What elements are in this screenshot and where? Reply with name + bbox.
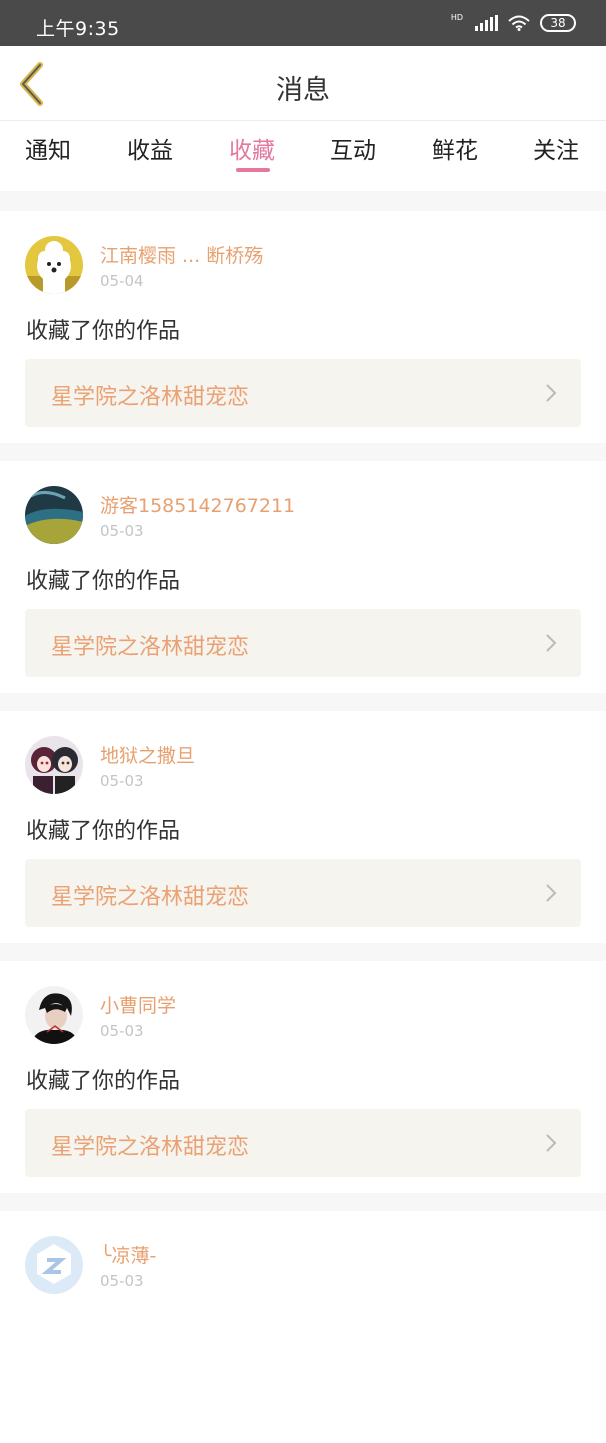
status-bar: 上午9:35 HD 38 <box>0 0 606 46</box>
default-avatar-icon <box>25 1236 83 1294</box>
work-link[interactable]: 星学院之洛林甜宠恋 <box>25 859 581 927</box>
status-icons: HD 38 <box>450 12 576 32</box>
status-time: 上午9:35 <box>36 18 120 40</box>
list-item: 江南樱雨 ... 断桥殇 05-04 收藏了你的作品 星学院之洛林甜宠恋 <box>0 211 606 443</box>
username[interactable]: ╰凉薄- <box>100 1241 156 1268</box>
work-title: 星学院之洛林甜宠恋 <box>51 1135 250 1160</box>
avatar[interactable] <box>25 1236 83 1294</box>
tab-interactions[interactable]: 互动 <box>330 131 376 165</box>
network-type: HD <box>450 12 463 22</box>
tab-following[interactable]: 关注 <box>533 131 579 165</box>
tab-bar: 通知 收益 收藏 互动 鲜花 关注 <box>0 121 606 191</box>
tab-earnings[interactable]: 收益 <box>127 131 173 165</box>
nav-header: 消息 <box>0 46 606 121</box>
username[interactable]: 地狱之撒旦 <box>100 741 195 768</box>
work-title: 星学院之洛林甜宠恋 <box>51 635 250 660</box>
signal-icon <box>475 15 498 31</box>
page-title: 消息 <box>276 75 330 106</box>
avatar[interactable] <box>25 986 83 1044</box>
tab-flowers[interactable]: 鲜花 <box>432 131 478 165</box>
message-text: 收藏了你的作品 <box>26 1069 181 1094</box>
username[interactable]: 江南樱雨 ... 断桥殇 <box>100 241 263 268</box>
landscape-avatar-icon <box>25 486 83 544</box>
username[interactable]: 小曹同学 <box>100 991 176 1018</box>
work-title: 星学院之洛林甜宠恋 <box>51 885 250 910</box>
tab-notifications[interactable]: 通知 <box>25 131 71 165</box>
message-text: 收藏了你的作品 <box>26 569 181 594</box>
message-date: 05-03 <box>100 772 144 790</box>
dog-avatar-icon <box>25 236 83 294</box>
message-text: 收藏了你的作品 <box>26 819 181 844</box>
tab-favorites[interactable]: 收藏 <box>229 131 275 165</box>
battery-icon: 38 <box>540 14 576 32</box>
username[interactable]: 游客1585142767211 <box>100 491 295 518</box>
work-link[interactable]: 星学院之洛林甜宠恋 <box>25 609 581 677</box>
work-link[interactable]: 星学院之洛林甜宠恋 <box>25 1109 581 1177</box>
chevron-right-icon <box>546 884 557 902</box>
avatar[interactable] <box>25 236 83 294</box>
chevron-right-icon <box>546 634 557 652</box>
active-tab-indicator <box>236 168 270 172</box>
list-item: 地狱之撒旦 05-03 收藏了你的作品 星学院之洛林甜宠恋 <box>0 711 606 943</box>
work-link[interactable]: 星学院之洛林甜宠恋 <box>25 359 581 427</box>
avatar[interactable] <box>25 736 83 794</box>
work-title: 星学院之洛林甜宠恋 <box>51 385 250 410</box>
boy-avatar-icon <box>25 986 83 1044</box>
message-date: 05-03 <box>100 522 144 540</box>
chevron-right-icon <box>546 1134 557 1152</box>
message-date: 05-04 <box>100 272 144 290</box>
list-item: 小曹同学 05-03 收藏了你的作品 星学院之洛林甜宠恋 <box>0 961 606 1193</box>
list-item: ╰凉薄- 05-03 <box>0 1211 606 1443</box>
anime-avatar-icon <box>25 736 83 794</box>
message-date: 05-03 <box>100 1022 144 1040</box>
wifi-icon <box>508 15 530 31</box>
message-date: 05-03 <box>100 1272 144 1290</box>
message-text: 收藏了你的作品 <box>26 319 181 344</box>
chevron-right-icon <box>546 384 557 402</box>
avatar[interactable] <box>25 486 83 544</box>
list-item: 游客1585142767211 05-03 收藏了你的作品 星学院之洛林甜宠恋 <box>0 461 606 693</box>
